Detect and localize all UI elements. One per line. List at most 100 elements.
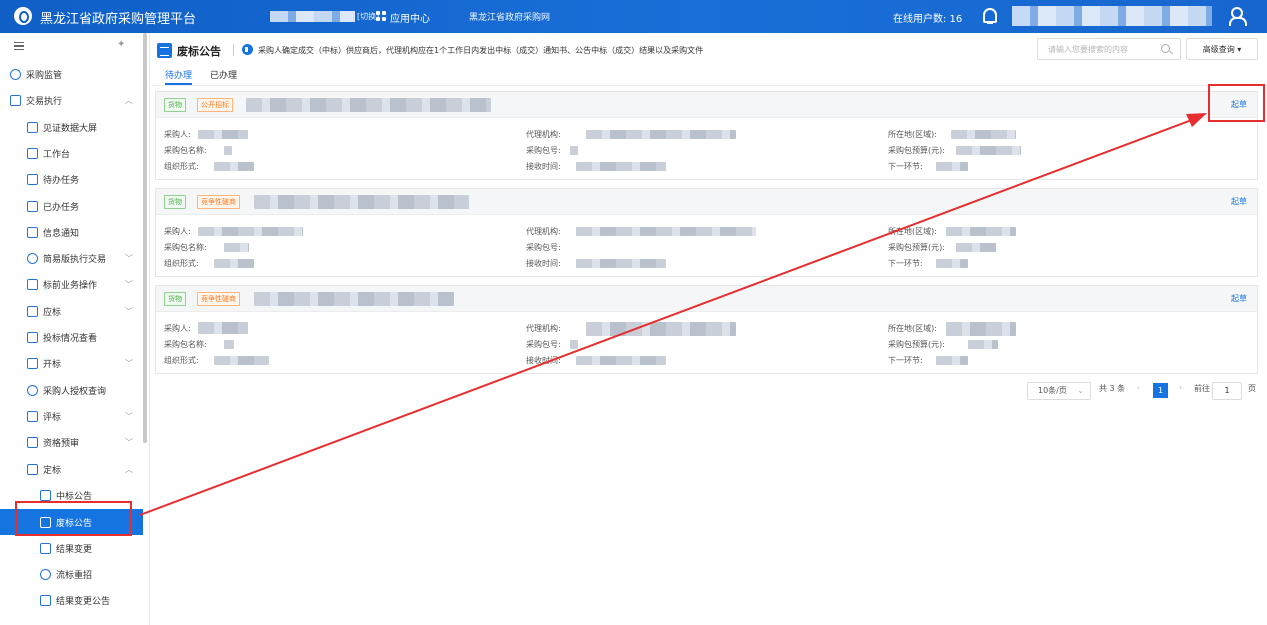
list-item: 货物 公开招标 起草 采购人: 代理机构: 所在地(区域): 采购包名称: 采购… [155,91,1258,180]
sidebar-item-evaluation[interactable]: 评标 ﹀ [0,403,143,429]
search-icon[interactable] [1161,44,1170,53]
sidebar-item-bid-status[interactable]: 投标情况查看 [0,324,143,350]
card-header: 货物 竞争性磋商 起草 [156,189,1257,215]
redacted-value [198,322,248,334]
redacted-user-info [1012,6,1212,26]
page-size-select[interactable]: 10条/页 ⌄ [1027,382,1091,400]
search-input[interactable] [1048,39,1163,59]
next-page-icon[interactable]: › [1179,383,1182,392]
sidebar-item-notifications[interactable]: 信息通知 [0,219,143,245]
shield-icon [10,68,21,80]
redacted-project-title[interactable] [254,195,469,209]
sidebar-item-simple-execution[interactable]: 简易版执行交易 ﹀ [0,245,143,271]
prev-page-icon[interactable]: ‹ [1137,383,1140,392]
redacted-value [936,356,968,365]
chevron-up-icon: ︿ [125,465,133,474]
sidebar-item-data-screen[interactable]: 见证数据大屏 [0,114,143,140]
field-label: 所在地(区域): [888,324,937,333]
user-icon[interactable] [1229,7,1247,26]
advanced-search-button[interactable]: 高级查询 ▾ [1186,38,1258,60]
app-grid-icon [376,11,386,21]
sidebar-item-authorization-query[interactable]: 采购人授权查询 [0,377,143,403]
page-number-button[interactable]: 1 [1153,383,1168,398]
field-label: 接收时间: [526,162,561,171]
app-center-link[interactable]: 应用中心 [390,10,430,25]
chevron-down-icon: ﹀ [125,307,133,316]
sidebar-item-rebid[interactable]: 流标重招 [0,561,143,587]
category-tag: 货物 [164,98,186,112]
sidebar-item-prequalification[interactable]: 资格预审 ﹀ [0,429,143,455]
app-title: 黑龙江省政府采购管理平台 [40,12,197,27]
highlight-box-sidebar [15,501,132,536]
menu-toggle-icon[interactable] [14,42,24,50]
field-label: 采购包号: [526,243,561,252]
sidebar-item-procurement-supervision[interactable]: 采购监管 [0,61,143,87]
field-label: 采购人: [164,227,191,236]
sidebar-item-result-change[interactable]: 结果变更 [0,535,143,561]
procurement-site-link[interactable]: 黑龙江省政府采购网 [469,10,550,23]
redacted-value [956,243,996,252]
list-item: 货物 竞争性磋商 起草 采购人: 代理机构: 所在地(区域): 采购包名称: 采… [155,285,1258,374]
tab-done[interactable]: 已办理 [210,68,237,81]
cart-icon [27,278,38,290]
redacted-value [946,227,1016,236]
field-label: 组织形式: [164,162,199,171]
card-header: 货物 公开招标 起草 [156,92,1257,118]
redacted-project-title[interactable] [254,292,454,306]
redacted-value [936,162,968,171]
sidebar: ✦ 采购监管 交易执行 ︿ 见证数据大屏 工作台 待办任务 已办任务 信息通知 简… [0,33,150,625]
redacted-value [576,162,666,171]
redacted-value [968,340,998,349]
chevron-up-icon: ︿ [125,96,133,105]
category-tag: 货物 [164,292,186,306]
sidebar-item-result-change-notice[interactable]: 结果变更公告 [0,587,143,613]
search-user-icon [27,384,38,396]
sidebar-header: ✦ [0,33,149,58]
procurement-method-tag: 竞争性磋商 [197,195,240,209]
goto-page-input[interactable]: 1 [1212,382,1242,400]
bell-icon[interactable] [983,8,997,24]
sidebar-item-done-tasks[interactable]: 已办任务 [0,193,143,219]
dashboard-icon [27,121,38,133]
online-users-count: 在线用户数: 16 [893,14,963,25]
chevron-down-icon: ﹀ [125,412,133,421]
total-count: 共 3 条 [1099,384,1126,393]
award-icon [27,463,38,475]
sidebar-item-pre-bid[interactable]: 标前业务操作 ﹀ [0,271,143,297]
field-label: 组织形式: [164,259,199,268]
sidebar-item-award[interactable]: 定标 ︿ [0,456,143,482]
main-content: 废标公告 采购人确定成交（中标）供应商后，代理机构应在1个工作日内发出中标（成交… [151,33,1267,625]
sidebar-item-bid-response[interactable]: 应标 ﹀ [0,298,143,324]
field-label: 下一环节: [888,356,923,365]
redacted-project-title[interactable] [246,98,491,112]
page-unit-label: 页 [1248,384,1256,393]
procurement-method-tag: 竞争性磋商 [197,292,240,306]
sidebar-item-pending-tasks[interactable]: 待办任务 [0,166,143,192]
field-label: 采购包名称: [164,146,207,155]
redacted-value [586,130,736,139]
sidebar-scrollbar[interactable] [143,33,147,443]
field-label: 代理机构: [526,324,561,333]
field-label: 代理机构: [526,227,561,236]
search-box[interactable] [1037,38,1181,60]
redacted-value [576,356,666,365]
workbench-icon [27,147,38,159]
draft-link[interactable]: 起草 [1231,196,1247,207]
field-label: 采购人: [164,324,191,333]
draft-link[interactable]: 起草 [1231,293,1247,304]
sidebar-item-workbench[interactable]: 工作台 [0,140,143,166]
field-label: 所在地(区域): [888,130,937,139]
field-label: 采购包名称: [164,243,207,252]
pin-icon[interactable]: ✦ [117,39,125,50]
chevron-down-icon: ⌄ [1077,386,1084,395]
redacted-value [224,340,234,349]
field-label: 采购包预算(元): [888,146,945,155]
notification-icon [27,226,38,238]
sidebar-item-transaction-execution[interactable]: 交易执行 ︿ [0,87,143,113]
simple-trade-icon [27,252,38,264]
redacted-value [576,259,666,268]
sidebar-item-bid-opening[interactable]: 开标 ﹀ [0,350,143,376]
field-label: 采购人: [164,130,191,139]
tab-pending[interactable]: 待办理 [165,68,192,81]
page-title: 废标公告 [177,45,221,58]
